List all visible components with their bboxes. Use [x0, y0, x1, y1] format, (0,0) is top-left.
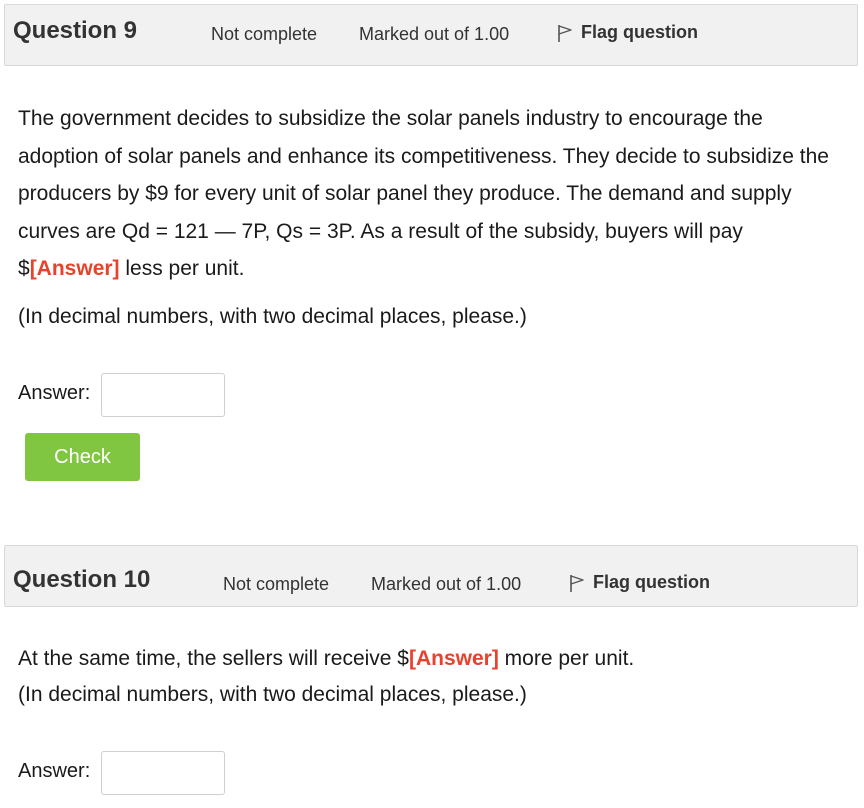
q10-flag-question[interactable]: Flag question	[569, 572, 710, 593]
flag-icon	[569, 573, 585, 593]
q10-text-before: At the same time, the sellers will recei…	[18, 647, 409, 670]
q9-question-text: The government decides to subsidize the …	[18, 100, 848, 288]
q10-status: Not complete	[223, 574, 330, 594]
q10-text-after: more per unit.	[498, 647, 635, 670]
q10-header: Question 10 Not complete Marked out of 1…	[4, 545, 858, 607]
q9-text-before: The government decides to subsidize the …	[18, 107, 829, 280]
q10-marks: Marked out of 1.00	[371, 574, 522, 594]
q10-question-text: At the same time, the sellers will recei…	[18, 640, 848, 678]
q10-answer-tag: [Answer]	[408, 647, 499, 670]
q10-answer-label: Answer:	[18, 760, 91, 782]
q9-title: Question 9	[13, 17, 138, 44]
q10-title: Question 10	[13, 566, 151, 593]
q9-answer-label: Answer:	[18, 382, 91, 404]
q9-flag-label: Flag question	[581, 22, 698, 42]
q9-text-after: less per unit.	[119, 257, 245, 280]
q10-flag-label: Flag question	[593, 572, 710, 592]
check-button[interactable]: Check	[25, 433, 140, 481]
flag-icon	[557, 23, 573, 43]
q9-marks: Marked out of 1.00	[359, 24, 510, 44]
q9-answer-tag: [Answer]	[29, 257, 120, 280]
q9-flag-question[interactable]: Flag question	[557, 22, 698, 43]
q9-status: Not complete	[211, 24, 318, 44]
q9-answer-input[interactable]	[101, 373, 225, 417]
q9-note: (In decimal numbers, with two decimal pl…	[18, 305, 527, 328]
q10-answer-input[interactable]	[101, 751, 225, 795]
q10-note: (In decimal numbers, with two decimal pl…	[18, 683, 527, 706]
q9-header: Question 9 Not complete Marked out of 1.…	[4, 4, 858, 66]
